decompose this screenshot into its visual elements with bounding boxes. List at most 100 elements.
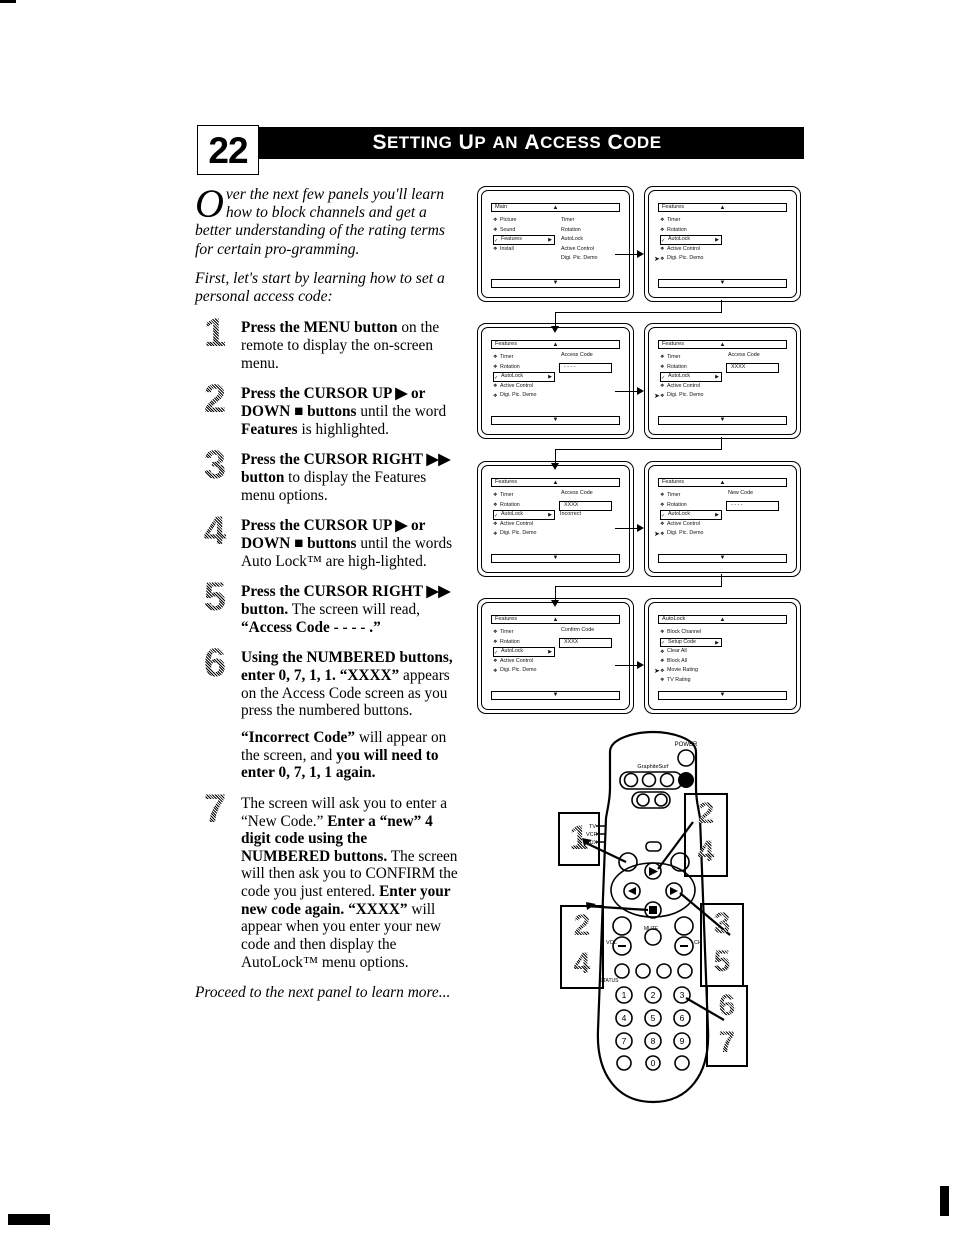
osd-item-install[interactable]: ❖ Install: [493, 245, 555, 255]
osd-item-active-control[interactable]: ❖ Active Control: [660, 382, 722, 392]
osd-item-picture[interactable]: ❖ Picture: [493, 216, 555, 226]
diamond-bullet-icon: ❖: [493, 392, 498, 399]
chevron-right-icon: ▶: [715, 639, 719, 646]
osd-item-active-control[interactable]: ❖ Active Control: [660, 245, 722, 255]
scroll-up-icon[interactable]: ▲: [553, 480, 559, 486]
osd-item-list: ❖ Timer ❖ Rotation ✓ AutoLock ▶ ❖ Active Control…: [493, 628, 555, 676]
osd-title: Features: [662, 340, 685, 347]
osd-item-features[interactable]: ✓ Features ▶: [493, 235, 555, 245]
osd-item-block-all[interactable]: ❖ Block All: [660, 657, 722, 667]
intro-text-1: ver the next few panels you'll learn how…: [195, 186, 445, 258]
osd-code-field[interactable]: - - - -: [559, 363, 612, 373]
osd-item-timer[interactable]: ❖ Timer: [660, 353, 722, 363]
osd-item-rotation[interactable]: ❖ Rotation: [493, 638, 555, 648]
osd-item-label: Active Control: [500, 382, 533, 389]
scroll-up-icon[interactable]: ▲: [720, 617, 726, 623]
scroll-down-icon[interactable]: ▼: [720, 692, 726, 698]
osd-item-digi-pic-demo[interactable]: ❖ Digi. Pic. Demo: [493, 529, 555, 539]
osd-item-autolock[interactable]: ✓ AutoLock ▶: [493, 372, 555, 382]
osd-item-rotation[interactable]: ❖ Rotation: [493, 363, 555, 373]
scroll-down-icon[interactable]: ▼: [720, 280, 726, 286]
osd-item-autolock[interactable]: ✓ AutoLock ▶: [493, 647, 555, 657]
osd-screen: AutoLock ▲ ❖ Block Channel ✓ Setup Code ▶ ❖ Clea…: [654, 615, 787, 700]
osd-item-list: ❖ Timer ❖ Rotation ✓ AutoLock ▶ ❖ Active Control…: [493, 491, 555, 539]
osd-item-rotation[interactable]: ❖ Rotation: [660, 501, 722, 511]
osd-item-autolock[interactable]: ✓ AutoLock ▶: [493, 510, 555, 520]
osd-item-digi-pic-demo[interactable]: ❖ Digi. Pic. Demo ➤: [654, 529, 722, 539]
scroll-up-icon[interactable]: ▲: [553, 617, 559, 623]
scroll-down-icon[interactable]: ▼: [720, 555, 726, 561]
osd-item-active-control[interactable]: ❖ Active Control: [660, 520, 722, 530]
menu-flow-diagram: Main ▲ ❖ Picture ❖ Sound ✓ Features ▶ ❖ Install Tim…: [477, 186, 807, 736]
osd-item-digi-pic-demo[interactable]: ❖ Digi. Pic. Demo: [493, 391, 555, 401]
step-number-2: 2: [195, 379, 235, 419]
scroll-up-icon[interactable]: ▲: [553, 205, 559, 211]
chevron-right-icon: ▶: [548, 512, 552, 519]
intro-text-2: First, let's start by learning how to se…: [195, 269, 445, 306]
crop-mark-top-left: [0, 0, 16, 3]
scroll-down-icon[interactable]: ▼: [720, 417, 726, 423]
osd-bottom-bar: ▼: [658, 416, 787, 425]
osd-item-timer[interactable]: ❖ Timer: [493, 353, 555, 363]
tv-screen-new-code: Features ▲ ❖ Timer ❖ Rotation ✓ AutoLock ▶ ❖ Activ…: [644, 461, 801, 577]
osd-item-digi-pic-demo[interactable]: ❖ Digi. Pic. Demo: [493, 666, 555, 676]
osd-screen: Features ▲ ❖ Timer ❖ Rotation ✓ AutoLock ▶ ❖ Activ…: [654, 478, 787, 563]
chevron-right-icon: ▶: [548, 649, 552, 656]
osd-item-movie-rating[interactable]: ❖ Movie Rating ➤: [654, 666, 722, 676]
power-label: POWER: [675, 742, 698, 748]
osd-item-autolock[interactable]: ✓ AutoLock ▶: [660, 235, 722, 245]
osd-title-bar: Features ▲: [658, 203, 787, 212]
key-8: 8: [651, 1036, 656, 1046]
tv-bezel: Main ▲ ❖ Picture ❖ Sound ✓ Features ▶ ❖ Install Tim…: [481, 190, 630, 298]
tv-screen-main-menu: Main ▲ ❖ Picture ❖ Sound ✓ Features ▶ ❖ Install Tim…: [477, 186, 634, 302]
step-text-7: The screen will ask you to enter a “New …: [241, 794, 458, 971]
scroll-up-icon[interactable]: ▲: [720, 342, 726, 348]
osd-item-rotation[interactable]: ❖ Rotation: [493, 501, 555, 511]
scroll-down-icon[interactable]: ▼: [553, 692, 559, 698]
check-icon: ✓: [494, 237, 499, 244]
osd-item-digi-pic-demo[interactable]: ❖ Digi. Pic. Demo ➤: [654, 254, 722, 264]
osd-item-label: Timer: [667, 354, 681, 361]
osd-item-tv-rating[interactable]: ❖ TV Rating: [660, 676, 722, 686]
osd-code-field[interactable]: XXXX: [559, 501, 612, 511]
osd-item-autolock[interactable]: ✓ AutoLock ▶: [660, 510, 722, 520]
osd-item-timer[interactable]: ❖ Timer: [493, 491, 555, 501]
osd-item-timer[interactable]: ❖ Timer: [660, 491, 722, 501]
osd-item-active-control[interactable]: ❖ Active Control: [493, 382, 555, 392]
osd-code-field[interactable]: XXXX: [559, 638, 612, 648]
scroll-down-icon[interactable]: ▼: [553, 555, 559, 561]
osd-item-autolock[interactable]: ✓ AutoLock ▶: [660, 372, 722, 382]
diamond-bullet-icon: ❖: [493, 363, 498, 370]
scroll-down-icon[interactable]: ▼: [553, 280, 559, 286]
scroll-up-icon[interactable]: ▲: [553, 342, 559, 348]
osd-item-label: Digi. Pic. Demo: [500, 530, 537, 537]
key-0: 0: [651, 1058, 656, 1068]
osd-item-block-channel[interactable]: ❖ Block Channel: [660, 628, 722, 638]
osd-item-timer[interactable]: ❖ Timer: [660, 216, 722, 226]
diamond-bullet-icon: ❖: [493, 383, 498, 390]
step-number-4: 4: [195, 511, 235, 551]
osd-code-field[interactable]: XXXX: [726, 363, 779, 373]
osd-item-active-control[interactable]: ❖ Active Control: [493, 520, 555, 530]
osd-item-clear-all[interactable]: ❖ Clear All: [660, 647, 722, 657]
osd-item-active-control[interactable]: ❖ Active Control: [493, 657, 555, 667]
scroll-up-icon[interactable]: ▲: [720, 480, 726, 486]
scroll-down-icon[interactable]: ▼: [553, 417, 559, 423]
osd-item-rotation[interactable]: ❖ Rotation: [660, 226, 722, 236]
key-1: 1: [622, 990, 627, 1000]
step-number-6: 6: [195, 643, 235, 683]
osd-code-field[interactable]: - - - -: [726, 501, 779, 511]
scroll-up-icon[interactable]: ▲: [720, 205, 726, 211]
osd-item-rotation[interactable]: ❖ Rotation: [660, 363, 722, 373]
osd-item-label: Block All: [667, 657, 688, 664]
osd-item-setup-code[interactable]: ✓ Setup Code ▶: [660, 637, 722, 648]
osd-item-digi-pic-demo[interactable]: ❖ Digi. Pic. Demo ➤: [654, 391, 722, 401]
step-text-6: Using the NUMBERED buttons, enter 0, 7, …: [241, 649, 453, 720]
osd-item-timer[interactable]: ❖ Timer: [493, 628, 555, 638]
osd-item-sound[interactable]: ❖ Sound: [493, 226, 555, 236]
step-number-5: 5: [195, 577, 235, 617]
step-text-4: Press the CURSOR UP ▶ or DOWN ■ buttons …: [241, 517, 453, 570]
osd-item-label: Timer: [500, 492, 514, 499]
osd-item-label: Digi. Pic. Demo: [500, 392, 537, 399]
chevron-right-icon: ▶: [715, 237, 719, 244]
